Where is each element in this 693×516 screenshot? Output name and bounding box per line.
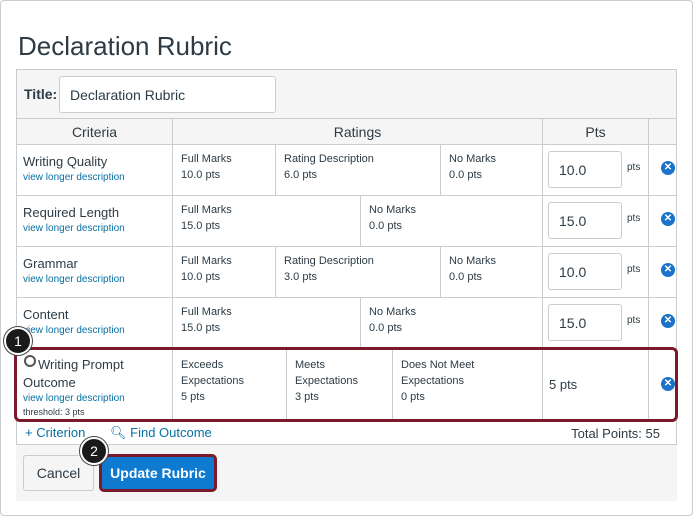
rating-title: No Marks	[449, 255, 497, 267]
rating-points: 0.0 pts	[369, 220, 403, 232]
rating[interactable]: Full Marks 15.0 pts	[173, 196, 361, 246]
delete-criterion-icon[interactable]: ✕	[661, 212, 675, 226]
rating[interactable]: No Marks 0.0 pts	[441, 247, 543, 297]
view-description-link[interactable]: view longer description	[23, 172, 125, 183]
pts-header: Pts	[543, 119, 649, 145]
points-input[interactable]	[548, 253, 622, 290]
rubric-title-row: Title:	[17, 70, 676, 119]
criterion-cell: Required Length view longer description	[17, 196, 173, 246]
rating-title: Rating Description	[284, 153, 374, 165]
find-outcome-label: Find Outcome	[130, 425, 212, 440]
ratings-cell: Full Marks 15.0 pts No Marks 0.0 pts	[173, 196, 543, 246]
ratings-cell: Full Marks 15.0 pts No Marks 0.0 pts	[173, 298, 543, 348]
rating-points: 0.0 pts	[369, 322, 403, 334]
rating[interactable]: No Marks 0.0 pts	[361, 298, 543, 348]
rating-title: No Marks	[449, 153, 497, 165]
pts-suffix: pts	[627, 213, 641, 224]
rating-points: 10.0 pts	[181, 169, 221, 181]
rating-points: 15.0 pts	[181, 220, 221, 232]
action-bar: Cancel Update Rubric	[16, 444, 677, 501]
search-icon: 🔍︎	[110, 425, 127, 440]
view-description-link[interactable]: view longer description	[23, 325, 125, 336]
title-label: Title:	[24, 86, 58, 102]
criterion-name: Required Length	[23, 205, 120, 220]
criterion-cell: Writing Quality view longer description	[17, 145, 173, 195]
rating[interactable]: No Marks 0.0 pts	[441, 145, 543, 195]
view-description-link[interactable]: view longer description	[23, 223, 125, 234]
rating-points: 0.0 pts	[449, 169, 483, 181]
rating-title: Full Marks	[181, 306, 232, 318]
delete-criterion-icon[interactable]: ✕	[661, 314, 675, 328]
table-row: Required Length view longer description …	[17, 196, 676, 247]
rating[interactable]: Full Marks 15.0 pts	[173, 298, 361, 348]
ratings-cell: Full Marks 10.0 pts Rating Description 3…	[173, 247, 543, 297]
delete-criterion-icon[interactable]: ✕	[661, 263, 675, 277]
points-cell: pts	[543, 247, 649, 297]
points-cell: pts	[543, 298, 649, 348]
points-input[interactable]	[548, 202, 622, 239]
find-outcome-link[interactable]: 🔍︎ Find Outcome	[110, 425, 212, 441]
rating[interactable]: No Marks 0.0 pts	[361, 196, 543, 246]
callout-badge-1: 1	[4, 327, 32, 355]
view-description-link[interactable]: view longer description	[23, 274, 125, 285]
total-points: Total Points: 55	[571, 426, 660, 441]
criterion-name: Writing Quality	[23, 154, 108, 169]
rating-points: 0.0 pts	[449, 271, 483, 283]
criterion-name: Content	[23, 307, 69, 322]
rating-title: Rating Description	[284, 255, 374, 267]
delete-criterion-icon[interactable]: ✕	[661, 161, 675, 175]
table-row: Grammar view longer description Full Mar…	[17, 247, 676, 298]
rating-points: 10.0 pts	[181, 271, 221, 283]
criterion-cell: Grammar view longer description	[17, 247, 173, 297]
table-header: Criteria Ratings Pts	[17, 119, 676, 145]
add-criterion-link[interactable]: + Criterion	[25, 425, 85, 440]
rating-points: 15.0 pts	[181, 322, 221, 334]
rubric-title-input[interactable]	[59, 76, 276, 113]
outcome-highlight	[14, 347, 678, 422]
points-cell: pts	[543, 196, 649, 246]
rating[interactable]: Full Marks 10.0 pts	[173, 145, 276, 195]
criterion-name: Grammar	[23, 256, 78, 271]
rating-points: 6.0 pts	[284, 169, 318, 181]
rating-title: Full Marks	[181, 255, 232, 267]
ratings-header: Ratings	[173, 119, 543, 145]
rating[interactable]: Rating Description 3.0 pts	[276, 247, 441, 297]
rating[interactable]: Rating Description 6.0 pts	[276, 145, 441, 195]
criterion-cell: Content view longer description	[17, 298, 173, 348]
pts-suffix: pts	[627, 264, 641, 275]
pts-suffix: pts	[627, 315, 641, 326]
pts-suffix: pts	[627, 162, 641, 173]
rating-title: No Marks	[369, 204, 417, 216]
rating-title: Full Marks	[181, 153, 232, 165]
rating[interactable]: Full Marks 10.0 pts	[173, 247, 276, 297]
callout-badge-2: 2	[80, 437, 108, 465]
ratings-cell: Full Marks 10.0 pts Rating Description 6…	[173, 145, 543, 195]
criteria-header: Criteria	[17, 119, 173, 145]
table-row: Writing Quality view longer description …	[17, 145, 676, 196]
rating-title: No Marks	[369, 306, 417, 318]
rating-points: 3.0 pts	[284, 271, 318, 283]
rubric-footer: + Criterion 🔍︎ Find Outcome Total Points…	[17, 423, 678, 443]
page-title: Declaration Rubric	[18, 31, 232, 62]
rating-title: Full Marks	[181, 204, 232, 216]
points-cell: pts	[543, 145, 649, 195]
update-rubric-button[interactable]: Update Rubric	[99, 454, 217, 492]
points-input[interactable]	[548, 304, 622, 341]
table-row: Content view longer description Full Mar…	[17, 298, 676, 349]
points-input[interactable]	[548, 151, 622, 188]
